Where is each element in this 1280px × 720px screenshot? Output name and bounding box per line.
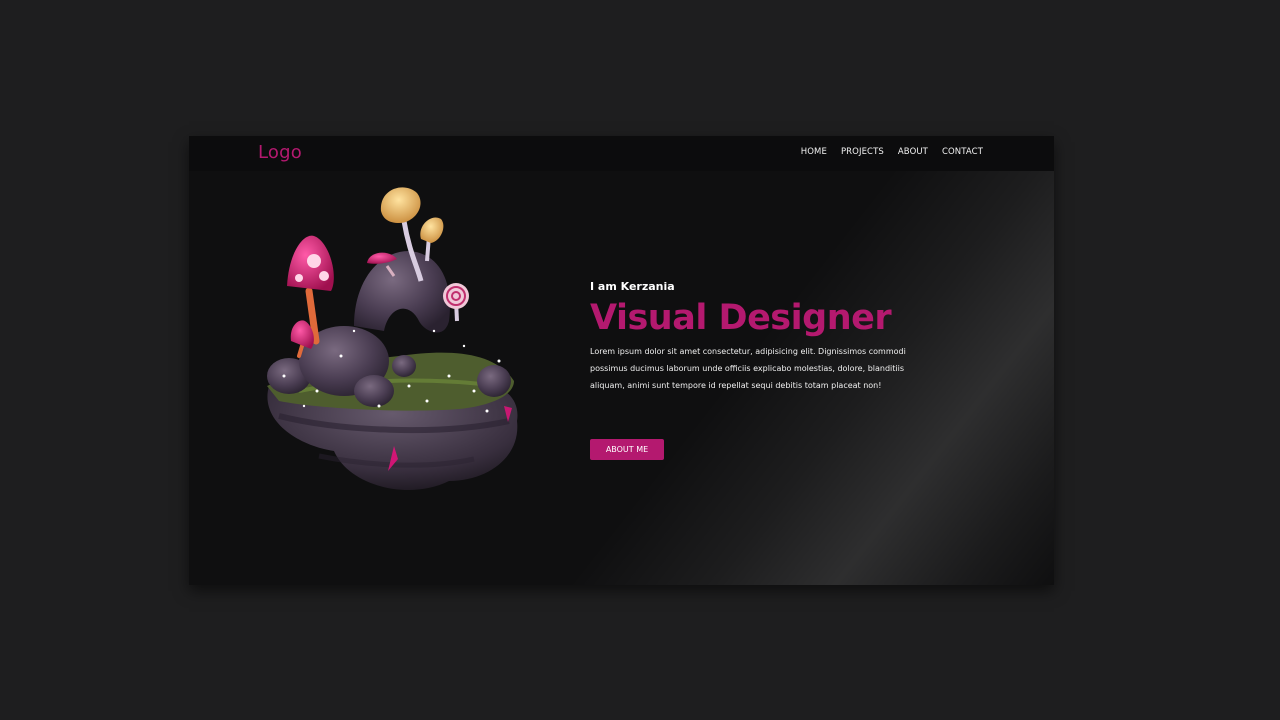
floating-island-illustration: [267, 187, 518, 490]
nav-projects[interactable]: PROJECTS: [841, 147, 884, 157]
nav-home[interactable]: HOME: [801, 147, 827, 157]
website-frame: Logo HOME PROJECTS ABOUT CONTACT I am Ke…: [189, 136, 1054, 585]
hero-content: I am Kerzania Visual Designer Lorem ipsu…: [590, 280, 950, 394]
main-nav: HOME PROJECTS ABOUT CONTACT: [801, 147, 983, 157]
about-me-button[interactable]: ABOUT ME: [590, 439, 664, 460]
nav-contact[interactable]: CONTACT: [942, 147, 983, 157]
nav-about[interactable]: ABOUT: [898, 147, 928, 157]
logo[interactable]: Logo: [258, 142, 302, 163]
hero-description: Lorem ipsum dolor sit amet consectetur, …: [590, 347, 906, 390]
hero-headline: Visual Designer: [590, 298, 892, 338]
hero-intro: I am Kerzania: [590, 280, 675, 293]
navbar: Logo HOME PROJECTS ABOUT CONTACT: [189, 136, 1054, 171]
